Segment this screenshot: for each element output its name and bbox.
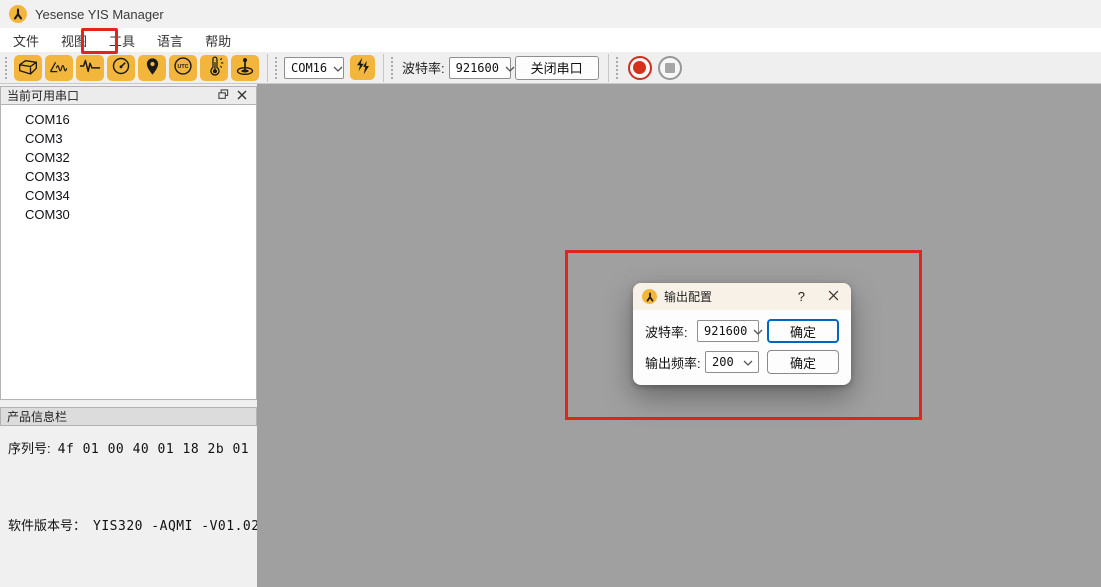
dialog-frequency-label: 输出频率:	[645, 353, 705, 372]
dialog-title: 输出配置	[664, 288, 712, 305]
svg-text:UTC: UTC	[177, 64, 188, 70]
app-logo-icon	[9, 5, 27, 23]
list-item-port[interactable]: COM3	[1, 129, 256, 148]
dialog-frequency-select[interactable]: 200	[705, 351, 759, 373]
stop-icon	[665, 63, 675, 73]
temperature-icon	[205, 56, 224, 79]
close-serial-port-button[interactable]: 关闭串口	[515, 56, 599, 80]
tool-3d-view-button[interactable]	[14, 55, 42, 81]
tool-attitude-plot-button[interactable]	[45, 55, 73, 81]
close-icon	[237, 88, 247, 103]
tool-utc-time-button[interactable]: UTC	[169, 55, 197, 81]
tool-gauge-button[interactable]	[107, 55, 135, 81]
baud-rate-select[interactable]: 921600	[449, 57, 511, 79]
baud-rate-label: 波特率:	[402, 58, 445, 77]
chevron-down-icon	[743, 355, 753, 369]
attitude-wave-icon	[48, 58, 70, 78]
software-version-line: 软件版本号： YIS320 -AQMI -V01.02.03;	[8, 515, 249, 534]
toolbar-grip[interactable]	[616, 57, 621, 79]
serial-number-label: 序列号:	[8, 438, 51, 457]
3d-box-icon	[18, 58, 38, 78]
menu-language[interactable]: 语言	[146, 28, 194, 53]
dialog-baud-select[interactable]: 921600	[697, 320, 759, 342]
gauge-icon	[111, 56, 131, 79]
menu-file[interactable]: 文件	[2, 28, 50, 53]
toolbar: UTC COM16 波特率: 921600 关闭串口	[0, 52, 1101, 84]
list-item-port[interactable]: COM32	[1, 148, 256, 167]
list-item-port[interactable]: COM33	[1, 167, 256, 186]
tool-temperature-button[interactable]	[200, 55, 228, 81]
float-panel-button[interactable]	[214, 87, 233, 104]
dialog-help-button[interactable]: ?	[792, 289, 811, 304]
dialog-close-button[interactable]	[818, 289, 841, 304]
dialog-frequency-row: 输出频率: 200 确定	[645, 350, 839, 374]
chevron-down-icon	[753, 324, 763, 338]
toolbar-separator	[267, 54, 268, 82]
tool-probe-button[interactable]	[231, 55, 259, 81]
tool-waveform-button[interactable]	[76, 55, 104, 81]
chevron-down-icon	[505, 61, 515, 75]
ports-panel-header: 当前可用串口	[0, 86, 257, 105]
list-item-port[interactable]: COM16	[1, 110, 256, 129]
probe-icon	[235, 56, 255, 79]
toolbar-grip[interactable]	[5, 57, 10, 79]
dialog-baud-value: 921600	[704, 324, 747, 338]
content-area: 当前可用串口 COM16 COM3 COM32 COM33 COM34 COM3…	[0, 84, 1101, 587]
serial-number-line: 序列号: 4f 01 00 40 01 18 2b 01	[8, 438, 249, 457]
dialog-body: 波特率: 921600 确定 输出频率: 200 确定	[633, 310, 851, 374]
info-panel-header: 产品信息栏	[0, 407, 257, 426]
waveform-icon	[79, 58, 101, 77]
menu-bar: 文件 视图 工具 语言 帮助	[0, 28, 1101, 52]
tool-location-button[interactable]	[138, 55, 166, 81]
info-panel-title: 产品信息栏	[7, 408, 67, 425]
list-item-port[interactable]: COM30	[1, 205, 256, 224]
close-panel-button[interactable]	[233, 87, 251, 104]
ports-list: COM16 COM3 COM32 COM33 COM34 COM30	[0, 105, 257, 400]
menu-view[interactable]: 视图	[50, 28, 98, 53]
window-title: Yesense YIS Manager	[35, 7, 164, 22]
utc-clock-icon: UTC	[173, 56, 193, 79]
refresh-ports-button[interactable]	[350, 55, 375, 80]
com-port-value: COM16	[291, 61, 327, 75]
software-version-label: 软件版本号：	[8, 515, 86, 534]
app-window: { "window": { "title": "Yesense YIS Mana…	[0, 0, 1101, 587]
list-item-port[interactable]: COM34	[1, 186, 256, 205]
output-config-dialog: 输出配置 ? 波特率: 921600 确定 输出频率:	[633, 283, 851, 385]
close-icon	[828, 289, 839, 304]
toolbar-grip[interactable]	[391, 57, 396, 79]
dialog-baud-label: 波特率:	[645, 322, 697, 341]
dialog-baud-row: 波特率: 921600 确定	[645, 319, 839, 343]
baud-confirm-button[interactable]: 确定	[767, 319, 839, 343]
menu-tools[interactable]: 工具	[98, 28, 146, 53]
title-bar: Yesense YIS Manager	[0, 0, 1101, 28]
toolbar-grip[interactable]	[275, 57, 280, 79]
location-pin-icon	[145, 57, 160, 79]
record-button[interactable]	[628, 56, 652, 80]
dialog-logo-icon	[642, 289, 657, 304]
serial-number-value: 4f 01 00 40 01 18 2b 01	[58, 442, 250, 457]
product-info-body: 序列号: 4f 01 00 40 01 18 2b 01 软件版本号： YIS3…	[0, 426, 257, 587]
panel-splitter[interactable]	[0, 400, 257, 407]
stop-button[interactable]	[658, 56, 682, 80]
refresh-ports-icon	[354, 57, 372, 78]
toolbar-separator	[608, 54, 609, 82]
ports-panel-title: 当前可用串口	[7, 87, 79, 104]
chevron-down-icon	[333, 61, 343, 75]
frequency-confirm-button[interactable]: 确定	[767, 350, 839, 374]
dialog-title-bar[interactable]: 输出配置 ?	[633, 283, 851, 310]
com-port-select[interactable]: COM16	[284, 57, 344, 79]
baud-rate-value: 921600	[456, 61, 499, 75]
toolbar-separator	[383, 54, 384, 82]
record-icon	[633, 61, 646, 74]
dialog-frequency-value: 200	[712, 355, 734, 369]
menu-help[interactable]: 帮助	[194, 28, 242, 53]
main-workspace: 输出配置 ? 波特率: 921600 确定 输出频率:	[257, 84, 1101, 587]
left-panel: 当前可用串口 COM16 COM3 COM32 COM33 COM34 COM3…	[0, 84, 257, 587]
float-window-icon	[218, 88, 229, 103]
